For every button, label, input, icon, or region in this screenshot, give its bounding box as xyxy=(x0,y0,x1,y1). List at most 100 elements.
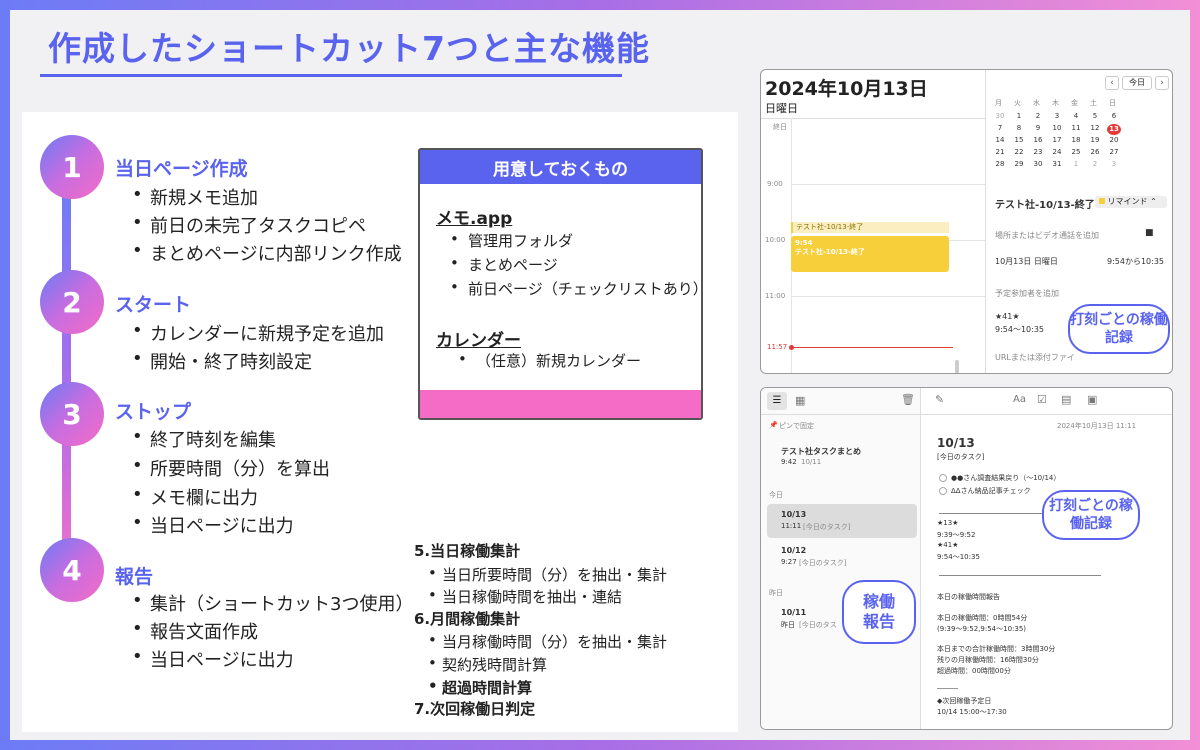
report-line: (9:39～9:52,9:54～10:35) xyxy=(937,625,1027,633)
calendar-day[interactable]: 7 xyxy=(993,124,1007,132)
note-preview: [今日のタス xyxy=(799,621,837,629)
calendar-day[interactable]: 21 xyxy=(993,148,1007,156)
detail-time: 9:54から10:35 xyxy=(1107,257,1165,266)
location-field[interactable]: 場所またはビデオ通話を追加 xyxy=(995,230,1099,241)
note-time: 9:54～10:35 xyxy=(995,325,1045,334)
calendar-day[interactable]: 9 xyxy=(1031,124,1045,132)
calendar-day[interactable]: 11 xyxy=(1069,124,1083,132)
pinned-header: ピンで固定 xyxy=(779,422,814,430)
calendar-day[interactable]: 18 xyxy=(1069,136,1083,144)
calendar-day[interactable]: 25 xyxy=(1069,148,1083,156)
title-underline xyxy=(40,74,622,77)
step-1-item: 新規メモ追加 xyxy=(132,184,258,210)
doc-title: 10/13 xyxy=(937,436,975,450)
calendar-day[interactable]: 30 xyxy=(1031,160,1045,168)
next-arrow-icon[interactable]: › xyxy=(1155,76,1169,90)
calendar-day[interactable]: 6 xyxy=(1107,112,1121,120)
calendar-day[interactable]: 23 xyxy=(1031,148,1045,156)
weekday-label: 土 xyxy=(1090,99,1097,107)
report-line: 残りの月稼働時間：16時間30分 xyxy=(937,656,1039,664)
grid-view-icon[interactable]: ▦ xyxy=(795,394,805,407)
calendar-weekday: 日曜日 xyxy=(765,102,798,115)
yesterday-header: 昨日 xyxy=(769,589,783,597)
today-header: 今日 xyxy=(769,491,783,499)
calendar-day[interactable]: 27 xyxy=(1107,148,1121,156)
prep-memo-item: 管理用フォルダ xyxy=(450,230,573,251)
prev-arrow-icon[interactable]: ‹ xyxy=(1105,76,1119,90)
doc-subtitle: [今日のタスク] xyxy=(937,453,985,461)
calendar-day[interactable]: 29 xyxy=(1012,160,1026,168)
step-2-item: カレンダーに新規予定を追加 xyxy=(132,320,384,346)
allday-label: 終日 xyxy=(773,123,787,131)
step-4-badge: 4 xyxy=(40,538,104,602)
event-bar[interactable]: テスト社-10/13-終了 xyxy=(791,222,949,233)
note-title[interactable]: 10/12 xyxy=(781,546,806,555)
url-field[interactable]: URLまたは添付ファイ xyxy=(995,352,1075,363)
checkbox[interactable] xyxy=(939,487,947,495)
step-3-item: 当日ページに出力 xyxy=(132,512,294,538)
calendar-day[interactable]: 26 xyxy=(1088,148,1102,156)
checklist-icon[interactable]: ☑ xyxy=(1037,393,1047,406)
report-heading: 本日の稼働時間報告 xyxy=(937,593,1000,601)
calendar-day[interactable]: 1 xyxy=(1069,160,1083,168)
pin-icon: 📌 xyxy=(769,421,778,429)
calendar-day[interactable]: 10 xyxy=(1050,124,1064,132)
calendar-day[interactable]: 24 xyxy=(1050,148,1064,156)
step-3-title: ストップ xyxy=(115,401,192,423)
step-3-badge: 3 xyxy=(40,382,104,446)
event-block[interactable]: 9:54 テスト社-10/13-終了 xyxy=(791,236,949,272)
calendar-day[interactable]: 20 xyxy=(1107,136,1121,144)
note-mark: ★41★ xyxy=(995,312,1020,321)
invitee-field[interactable]: 予定参加者を追加 xyxy=(995,288,1059,299)
step-5-title: 5.当日稼働集計 xyxy=(414,542,521,560)
list-view-icon[interactable]: ☰ xyxy=(767,392,787,410)
step-1-badge: 1 xyxy=(40,135,104,199)
divider xyxy=(985,70,986,373)
calendar-day[interactable]: 13 xyxy=(1107,124,1121,135)
table-icon[interactable]: ▤ xyxy=(1061,393,1071,406)
calendar-day[interactable]: 30 xyxy=(993,112,1007,120)
compose-icon[interactable]: ✎ xyxy=(935,393,944,406)
event-name: テスト社-10/13-終了 xyxy=(795,248,865,256)
calendar-day[interactable]: 5 xyxy=(1088,112,1102,120)
note-time: 11:11 xyxy=(781,522,802,530)
calendar-day[interactable]: 22 xyxy=(1012,148,1026,156)
checklist-item: ΔΔさん納品記事チェック xyxy=(951,487,1031,495)
calendar-day[interactable]: 3 xyxy=(1107,160,1121,168)
detail-title: テスト社-10/13-終了 xyxy=(995,200,1095,211)
step-1-item: まとめページに内部リンク作成 xyxy=(132,240,402,266)
notes-window: ☰ ▦ 🗑 ✎ Aa ☑ ▤ ▣ 📌 ピンで固定 テスト社タスクまとめ 9:42… xyxy=(760,387,1173,730)
page-title: 作成したショートカット7つと主な機能 xyxy=(48,29,650,68)
calendar-day[interactable]: 19 xyxy=(1088,136,1102,144)
calendar-day[interactable]: 1 xyxy=(1012,112,1026,120)
note-time: 9:42 xyxy=(781,458,797,466)
calendar-day[interactable]: 8 xyxy=(1012,124,1026,132)
checkbox[interactable] xyxy=(939,474,947,482)
calendar-day[interactable]: 15 xyxy=(1012,136,1026,144)
report-line: 本日の稼働時間：0時間54分 xyxy=(937,614,1028,622)
calendar-day[interactable]: 2 xyxy=(1031,112,1045,120)
format-button[interactable]: Aa xyxy=(1013,394,1026,405)
step-2-badge: 2 xyxy=(40,270,104,334)
reminder-select[interactable]: リマインド ⌃ xyxy=(1095,196,1167,208)
calendar-day[interactable]: 17 xyxy=(1050,136,1064,144)
calendar-day[interactable]: 2 xyxy=(1088,160,1102,168)
today-button[interactable]: 今日 xyxy=(1122,76,1152,90)
hour-line xyxy=(791,184,985,185)
calendar-day[interactable]: 14 xyxy=(993,136,1007,144)
note-title[interactable]: テスト社タスクまとめ xyxy=(781,446,861,457)
calendar-day[interactable]: 31 xyxy=(1050,160,1064,168)
calendar-day[interactable]: 4 xyxy=(1069,112,1083,120)
calendar-day[interactable]: 16 xyxy=(1031,136,1045,144)
media-icon[interactable]: ▣ xyxy=(1087,393,1097,406)
record-time: 9:39～9:52 xyxy=(937,531,976,539)
calendar-day[interactable]: 3 xyxy=(1050,112,1064,120)
step-1-title: 当日ページ作成 xyxy=(115,158,248,180)
trash-icon[interactable]: 🗑 xyxy=(901,393,915,406)
calendar-date: 2024年10月13日 xyxy=(765,78,928,100)
scrollbar[interactable] xyxy=(955,360,959,373)
calendar-day[interactable]: 12 xyxy=(1088,124,1102,132)
calendar-day[interactable]: 28 xyxy=(993,160,1007,168)
note-title[interactable]: 10/11 xyxy=(781,608,806,617)
video-icon[interactable]: ■ xyxy=(1145,228,1154,238)
